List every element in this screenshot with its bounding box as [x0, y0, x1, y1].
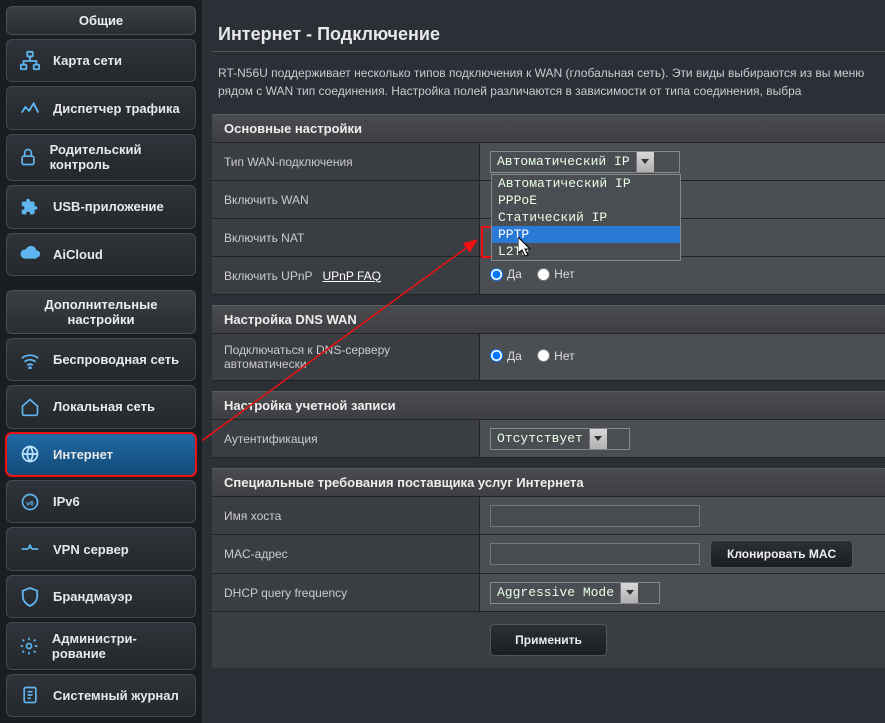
- radio-dns-no[interactable]: Нет: [537, 349, 574, 363]
- nav-label: VPN сервер: [53, 542, 129, 557]
- nav-label: Брандмауэр: [53, 589, 132, 604]
- nav-label: IPv6: [53, 494, 80, 509]
- section-account: Настройка учетной записи: [212, 391, 885, 420]
- apply-button[interactable]: Применить: [490, 624, 607, 656]
- svg-text:v6: v6: [26, 500, 34, 507]
- network-map-icon: [17, 48, 43, 74]
- globe-icon: [17, 441, 43, 467]
- nav-label: Системный журнал: [53, 688, 179, 703]
- nav-lan[interactable]: Локальная сеть: [6, 385, 196, 428]
- page-title: Интернет - Подключение: [218, 24, 885, 45]
- puzzle-icon: [17, 194, 43, 220]
- lock-icon: [17, 144, 40, 170]
- radio-dns-yes[interactable]: Да: [490, 349, 522, 363]
- nav-firewall[interactable]: Брандмауэр: [6, 575, 196, 618]
- gear-icon: [17, 633, 42, 659]
- nav-ipv6[interactable]: v6 IPv6: [6, 480, 196, 523]
- option-auto-ip[interactable]: Автоматический IP: [492, 175, 680, 192]
- radio-upnp-no[interactable]: Нет: [537, 267, 574, 281]
- nav-wireless[interactable]: Беспроводная сеть: [6, 338, 196, 381]
- cloud-icon: [17, 241, 43, 267]
- nav-usb-app[interactable]: USB-приложение: [6, 185, 196, 228]
- ipv6-icon: v6: [17, 489, 43, 515]
- nav-label: Карта сети: [53, 53, 122, 68]
- nav-label: Диспетчер трафика: [53, 101, 180, 116]
- option-pppoe[interactable]: PPPoE: [492, 192, 680, 209]
- option-l2tp[interactable]: L2TP: [492, 243, 680, 260]
- label-auto-dns: Подключаться к DNS-серверу автоматически: [212, 334, 480, 380]
- section-basic: Основные настройки: [212, 114, 885, 143]
- label-mac: MAC-адрес: [212, 535, 480, 573]
- nav-label: Локальная сеть: [53, 399, 155, 414]
- wifi-icon: [17, 347, 43, 373]
- home-icon: [17, 394, 43, 420]
- nav-label: Родительский контроль: [50, 142, 185, 172]
- clone-mac-button[interactable]: Клонировать MAC: [710, 540, 853, 568]
- chevron-down-icon[interactable]: [636, 152, 654, 172]
- dropdown-wan-type[interactable]: Автоматический IP PPPoE Статический IP P…: [491, 174, 681, 261]
- input-mac[interactable]: [490, 543, 700, 565]
- label-enable-nat: Включить NAT: [212, 219, 480, 256]
- label-dhcp-freq: DHCP query frequency: [212, 574, 480, 611]
- divider: [212, 51, 885, 52]
- nav-vpn[interactable]: VPN сервер: [6, 527, 196, 570]
- nav-internet[interactable]: Интернет: [6, 433, 196, 476]
- nav-syslog[interactable]: Системный журнал: [6, 674, 196, 717]
- nav-section-advanced: Дополнительные настройки: [6, 290, 196, 334]
- nav-admin[interactable]: Администри-рование: [6, 622, 196, 669]
- label-wan-type: Тип WAN-подключения: [212, 143, 480, 180]
- nav-label: Интернет: [53, 447, 113, 462]
- link-upnp-faq[interactable]: UPnP FAQ: [323, 269, 381, 283]
- option-pptp[interactable]: PPTP: [492, 226, 680, 243]
- traffic-icon: [17, 95, 43, 121]
- section-dns: Настройка DNS WAN: [212, 305, 885, 334]
- chevron-down-icon[interactable]: [589, 429, 607, 449]
- select-wan-type[interactable]: Автоматический IP Автоматический IP PPPo…: [490, 151, 680, 173]
- label-enable-wan: Включить WAN: [212, 181, 480, 218]
- radio-upnp-yes[interactable]: Да: [490, 267, 522, 281]
- nav-traffic-manager[interactable]: Диспетчер трафика: [6, 86, 196, 129]
- label-hostname: Имя хоста: [212, 497, 480, 534]
- select-dhcp-freq[interactable]: Aggressive Mode: [490, 582, 660, 604]
- chevron-down-icon[interactable]: [620, 583, 638, 603]
- nav-label: AiCloud: [53, 247, 103, 262]
- nav-label: Беспроводная сеть: [53, 352, 179, 367]
- vpn-icon: [17, 536, 43, 562]
- section-isp: Специальные требования поставщика услуг …: [212, 468, 885, 497]
- nav-label: Администри-рование: [52, 631, 185, 661]
- select-dhcp-value: Aggressive Mode: [491, 585, 620, 600]
- select-wan-type-value: Автоматический IP: [491, 154, 636, 169]
- option-static-ip[interactable]: Статический IP: [492, 209, 680, 226]
- nav-label: USB-приложение: [53, 199, 164, 214]
- nav-section-general: Общие: [6, 6, 196, 35]
- shield-icon: [17, 584, 43, 610]
- label-enable-upnp: Включить UPnP UPnP FAQ: [212, 257, 480, 294]
- select-auth-value: Отсутствует: [491, 431, 589, 446]
- log-icon: [17, 682, 43, 708]
- label-auth: Аутентификация: [212, 420, 480, 457]
- page-intro: RT-N56U поддерживает несколько типов под…: [218, 64, 885, 100]
- nav-network-map[interactable]: Карта сети: [6, 39, 196, 82]
- nav-aicloud[interactable]: AiCloud: [6, 233, 196, 276]
- nav-parental-control[interactable]: Родительский контроль: [6, 134, 196, 181]
- input-hostname[interactable]: [490, 505, 700, 527]
- select-auth[interactable]: Отсутствует: [490, 428, 630, 450]
